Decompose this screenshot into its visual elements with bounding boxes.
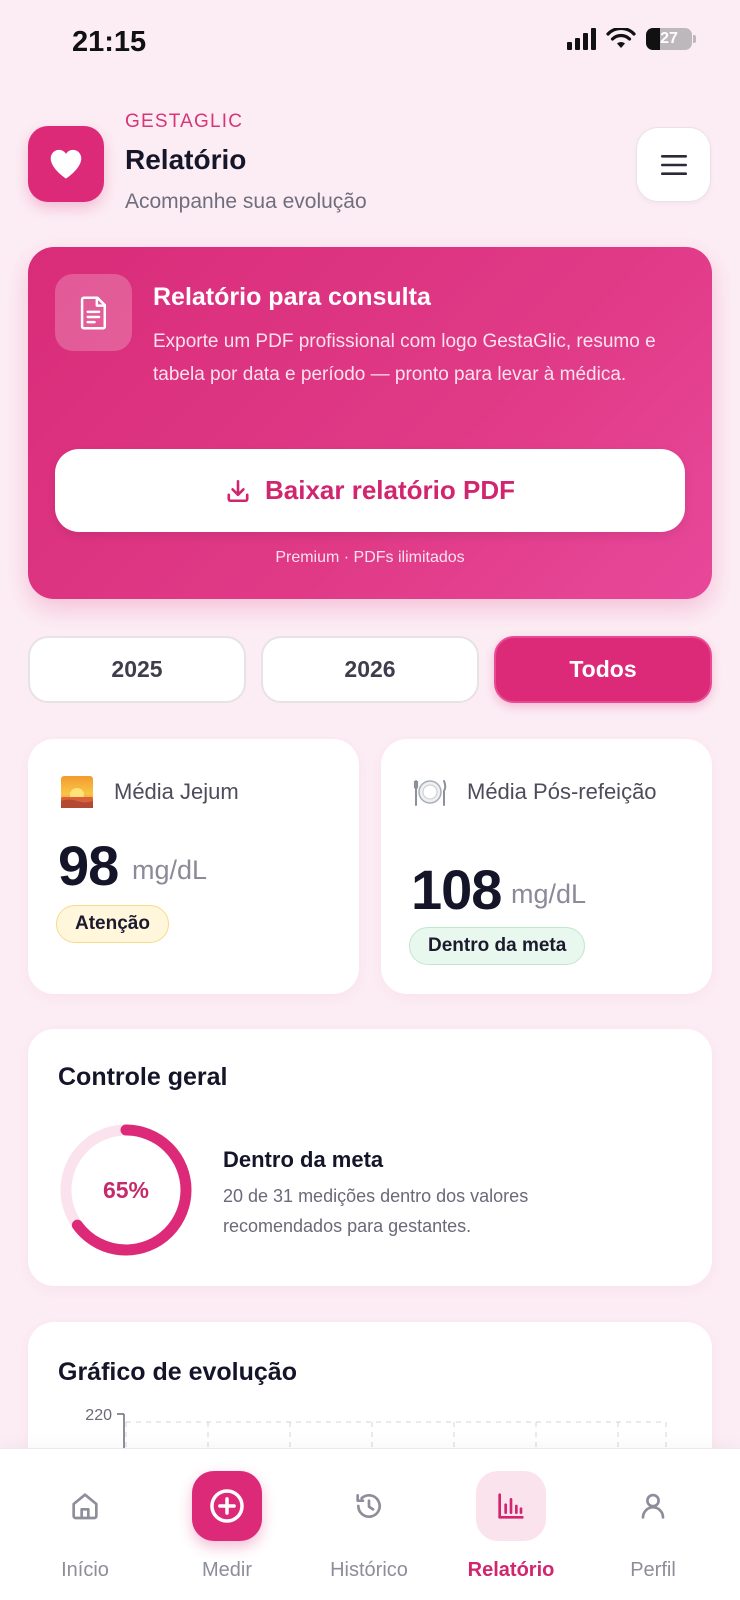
- cellular-signal-icon: [567, 28, 596, 50]
- nav-perfil[interactable]: Perfil: [579, 1449, 727, 1600]
- page-title: Relatório: [125, 144, 247, 175]
- status-icons: 27: [567, 28, 696, 50]
- app-logo: [28, 126, 104, 202]
- post-meal-status-badge: Dentro da meta: [409, 927, 586, 965]
- download-icon: [227, 479, 249, 502]
- brand-name: GESTAGLIC: [125, 111, 244, 132]
- nav-medir[interactable]: Medir: [153, 1449, 301, 1600]
- fasting-unit: mg/dL: [132, 855, 208, 885]
- overall-control-card: Controle geral 65% Dentro da meta 20 de …: [28, 1029, 712, 1286]
- nav-relatorio-icon-wrap: [476, 1471, 546, 1541]
- menu-button[interactable]: [636, 127, 711, 202]
- nav-perfil-label: Perfil: [630, 1559, 676, 1581]
- promo-icon-box: [55, 274, 132, 351]
- fasting-status-badge: Atenção: [56, 905, 169, 943]
- nav-medir-icon-wrap: [192, 1471, 262, 1541]
- battery-icon: 27: [646, 28, 696, 50]
- nav-relatorio-label: Relatório: [467, 1559, 555, 1581]
- report-export-card: Relatório para consulta Exporte um PDF p…: [28, 247, 712, 599]
- post-meal-average-card: Média Pós-refeição 108 mg/dL Dentro da m…: [381, 739, 712, 994]
- post-meal-value: 108: [411, 858, 502, 921]
- nav-medir-label: Medir: [201, 1559, 252, 1581]
- nav-inicio-icon-wrap: [50, 1471, 120, 1541]
- nav-inicio-label: Início: [61, 1559, 109, 1581]
- bottom-navigation: Início Medir Histórico Relatório Perfil: [0, 1448, 740, 1600]
- progress-percent: 65%: [102, 1176, 150, 1203]
- promo-title: Relatório para consulta: [153, 283, 431, 311]
- battery-level: 27: [660, 30, 678, 47]
- plate-cutlery-icon: [413, 780, 447, 806]
- wifi-icon: [606, 28, 636, 48]
- premium-note: Premium · PDFs ilimitados: [275, 549, 465, 566]
- filter-2025[interactable]: 2025: [28, 636, 246, 703]
- page-subtitle: Acompanhe sua evolução: [125, 190, 367, 213]
- plus-circle-icon: [210, 1489, 244, 1523]
- evolution-chart: 220: [85, 1407, 667, 1452]
- nav-inicio[interactable]: Início: [11, 1449, 159, 1600]
- nav-historico[interactable]: Histórico: [295, 1449, 443, 1600]
- fasting-label: Média Jejum: [114, 779, 239, 804]
- document-icon: [80, 295, 106, 330]
- nav-perfil-icon-wrap: [618, 1471, 688, 1541]
- control-heading: Dentro da meta: [223, 1147, 384, 1172]
- status-bar: 21:15 27: [0, 0, 740, 84]
- home-icon: [72, 1493, 98, 1520]
- nav-historico-icon-wrap: [334, 1471, 404, 1541]
- control-title: Controle geral: [58, 1063, 228, 1091]
- download-pdf-button[interactable]: Baixar relatório PDF: [55, 449, 685, 532]
- bar-chart-icon: [498, 1493, 524, 1519]
- fasting-average-card: Média Jejum 98 mg/dL Atenção: [28, 739, 359, 994]
- filter-2026[interactable]: 2026: [261, 636, 479, 703]
- user-icon: [641, 1493, 665, 1519]
- heart-icon: [50, 149, 82, 179]
- promo-description: Exporte um PDF profissional com logo Ges…: [153, 331, 656, 385]
- status-time: 21:15: [72, 26, 147, 58]
- post-meal-unit: mg/dL: [511, 879, 587, 909]
- post-meal-label: Média Pós-refeição: [467, 779, 657, 804]
- history-icon: [356, 1494, 381, 1518]
- filter-todos[interactable]: Todos: [494, 636, 712, 703]
- y-tick-label: 220: [85, 1407, 112, 1424]
- fasting-value: 98: [58, 834, 119, 897]
- hamburger-menu-icon: [660, 154, 687, 175]
- control-description: 20 de 31 medições dentro dos valores rec…: [223, 1186, 529, 1236]
- sunrise-icon: [61, 776, 93, 808]
- download-pdf-label: Baixar relatório PDF: [265, 475, 515, 505]
- nav-relatorio[interactable]: Relatório: [437, 1449, 585, 1600]
- nav-historico-label: Histórico: [330, 1559, 408, 1581]
